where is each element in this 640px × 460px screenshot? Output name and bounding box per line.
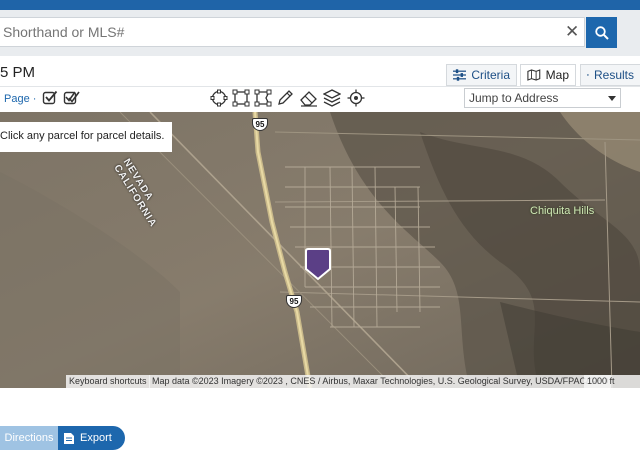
directions-label: Directions bbox=[4, 432, 54, 444]
search-button[interactable] bbox=[586, 17, 617, 48]
keyboard-shortcuts-link[interactable]: Keyboard shortcuts bbox=[66, 375, 150, 388]
pencil-icon[interactable] bbox=[275, 88, 295, 108]
double-check-icon[interactable] bbox=[62, 88, 82, 108]
export-label: Export bbox=[80, 432, 112, 444]
map-tooltip: Click any parcel for parcel details. bbox=[0, 122, 172, 152]
jump-to-address-select[interactable]: Jump to Address bbox=[464, 88, 621, 108]
grid-icon bbox=[587, 74, 589, 76]
map-scale: 1000 ft bbox=[584, 375, 640, 388]
search-input[interactable] bbox=[0, 17, 585, 47]
search-icon bbox=[594, 25, 609, 40]
export-icon bbox=[64, 432, 74, 444]
jump-to-address-label: Jump to Address bbox=[469, 91, 559, 105]
draw-circle-icon[interactable] bbox=[209, 88, 229, 108]
route-shield-top-label: 95 bbox=[255, 120, 265, 129]
chevron-down-icon bbox=[608, 96, 616, 101]
search-row: ✕ bbox=[0, 10, 640, 56]
map-attribution: Map data ©2023 Imagery ©2023 , CNES / Ai… bbox=[149, 375, 612, 388]
route-shield-bottom-label: 95 bbox=[289, 297, 299, 306]
tab-results[interactable]: Results bbox=[580, 64, 640, 86]
satellite-map[interactable]: 95 95 NEVADA CALIFORNIA Chiquita Hills bbox=[0, 112, 640, 388]
locate-icon[interactable] bbox=[346, 88, 366, 108]
map-attribution-text: Map data ©2023 Imagery ©2023 , CNES / Ai… bbox=[152, 376, 609, 386]
draw-polygon-icon[interactable] bbox=[253, 88, 273, 108]
clear-icon[interactable]: ✕ bbox=[565, 23, 579, 40]
map-icon bbox=[527, 69, 541, 81]
directions-button[interactable]: Directions bbox=[0, 426, 58, 450]
property-marker[interactable] bbox=[304, 247, 332, 281]
keyboard-shortcuts-text: Keyboard shortcuts bbox=[69, 376, 147, 386]
tab-results-label: Results bbox=[593, 68, 634, 82]
draw-rectangle-icon[interactable] bbox=[231, 88, 251, 108]
eraser-icon[interactable] bbox=[299, 88, 319, 108]
top-brand-bar bbox=[0, 0, 640, 10]
map-tooltip-text: Click any parcel for parcel details. bbox=[0, 130, 165, 142]
layers-icon[interactable] bbox=[322, 88, 342, 108]
tab-criteria-label: Criteria bbox=[471, 68, 510, 82]
tab-criteria[interactable]: Criteria bbox=[446, 64, 517, 86]
sliders-icon bbox=[453, 69, 467, 81]
hills-label-text: Chiquita Hills bbox=[530, 205, 595, 217]
checkbox-check-icon[interactable] bbox=[40, 88, 60, 108]
map-pin-icon bbox=[305, 248, 331, 281]
export-button[interactable]: Export bbox=[58, 426, 125, 450]
tab-map-label: Map bbox=[545, 68, 569, 82]
tab-map[interactable]: Map bbox=[520, 64, 576, 86]
time-text: 5 PM bbox=[0, 64, 36, 81]
hills-label: Chiquita Hills bbox=[530, 205, 594, 217]
page-link[interactable]: Page · bbox=[4, 93, 36, 105]
map-scale-text: 1000 ft bbox=[587, 376, 615, 386]
